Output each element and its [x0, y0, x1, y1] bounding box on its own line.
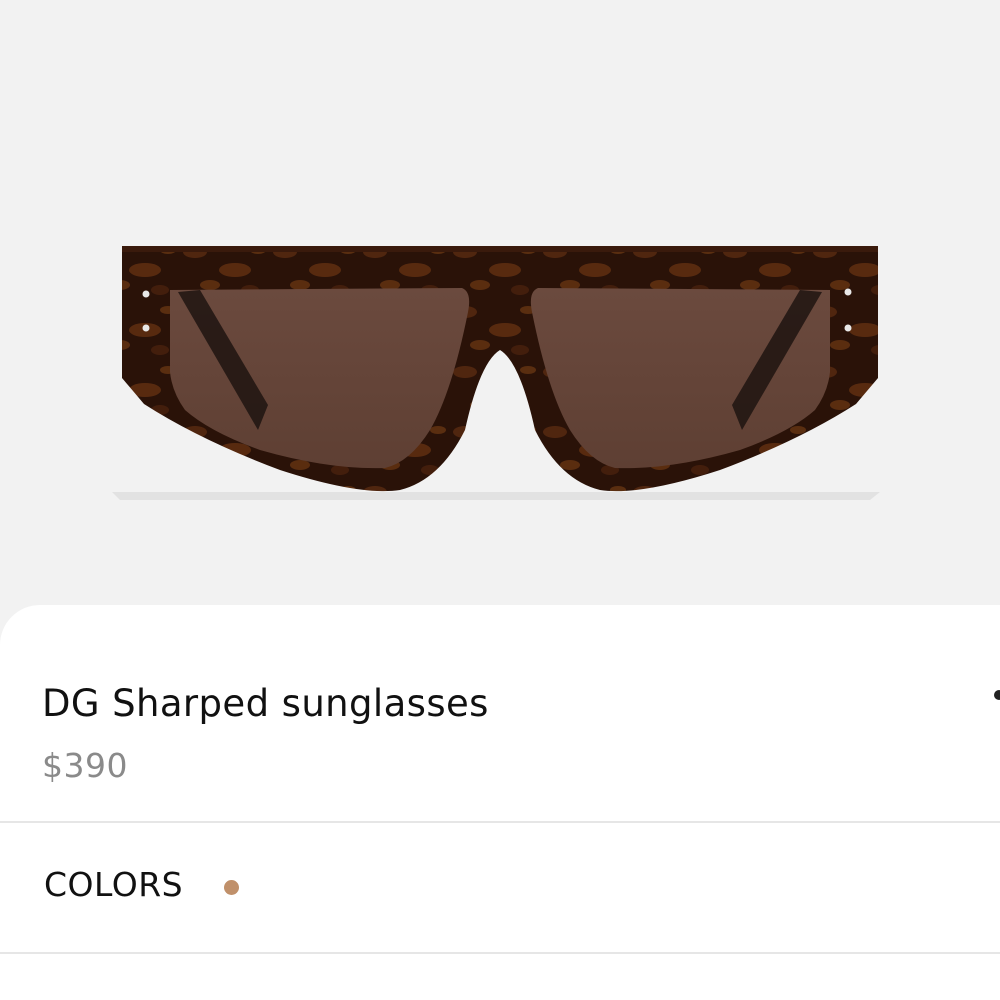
colors-selector[interactable]: COLORS: [0, 823, 1000, 952]
divider: [0, 952, 1000, 954]
color-swatch-tortoise[interactable]: [224, 880, 239, 895]
colors-label: COLORS: [44, 865, 184, 904]
product-page: DG Sharped sunglasses $390 COLORS: [0, 0, 1000, 1000]
product-price: $390: [42, 746, 128, 785]
product-title: DG Sharped sunglasses: [42, 682, 489, 725]
product-image[interactable]: [0, 0, 1000, 625]
sunglasses-image: [112, 246, 880, 500]
menu-dot-icon[interactable]: [994, 690, 1000, 700]
